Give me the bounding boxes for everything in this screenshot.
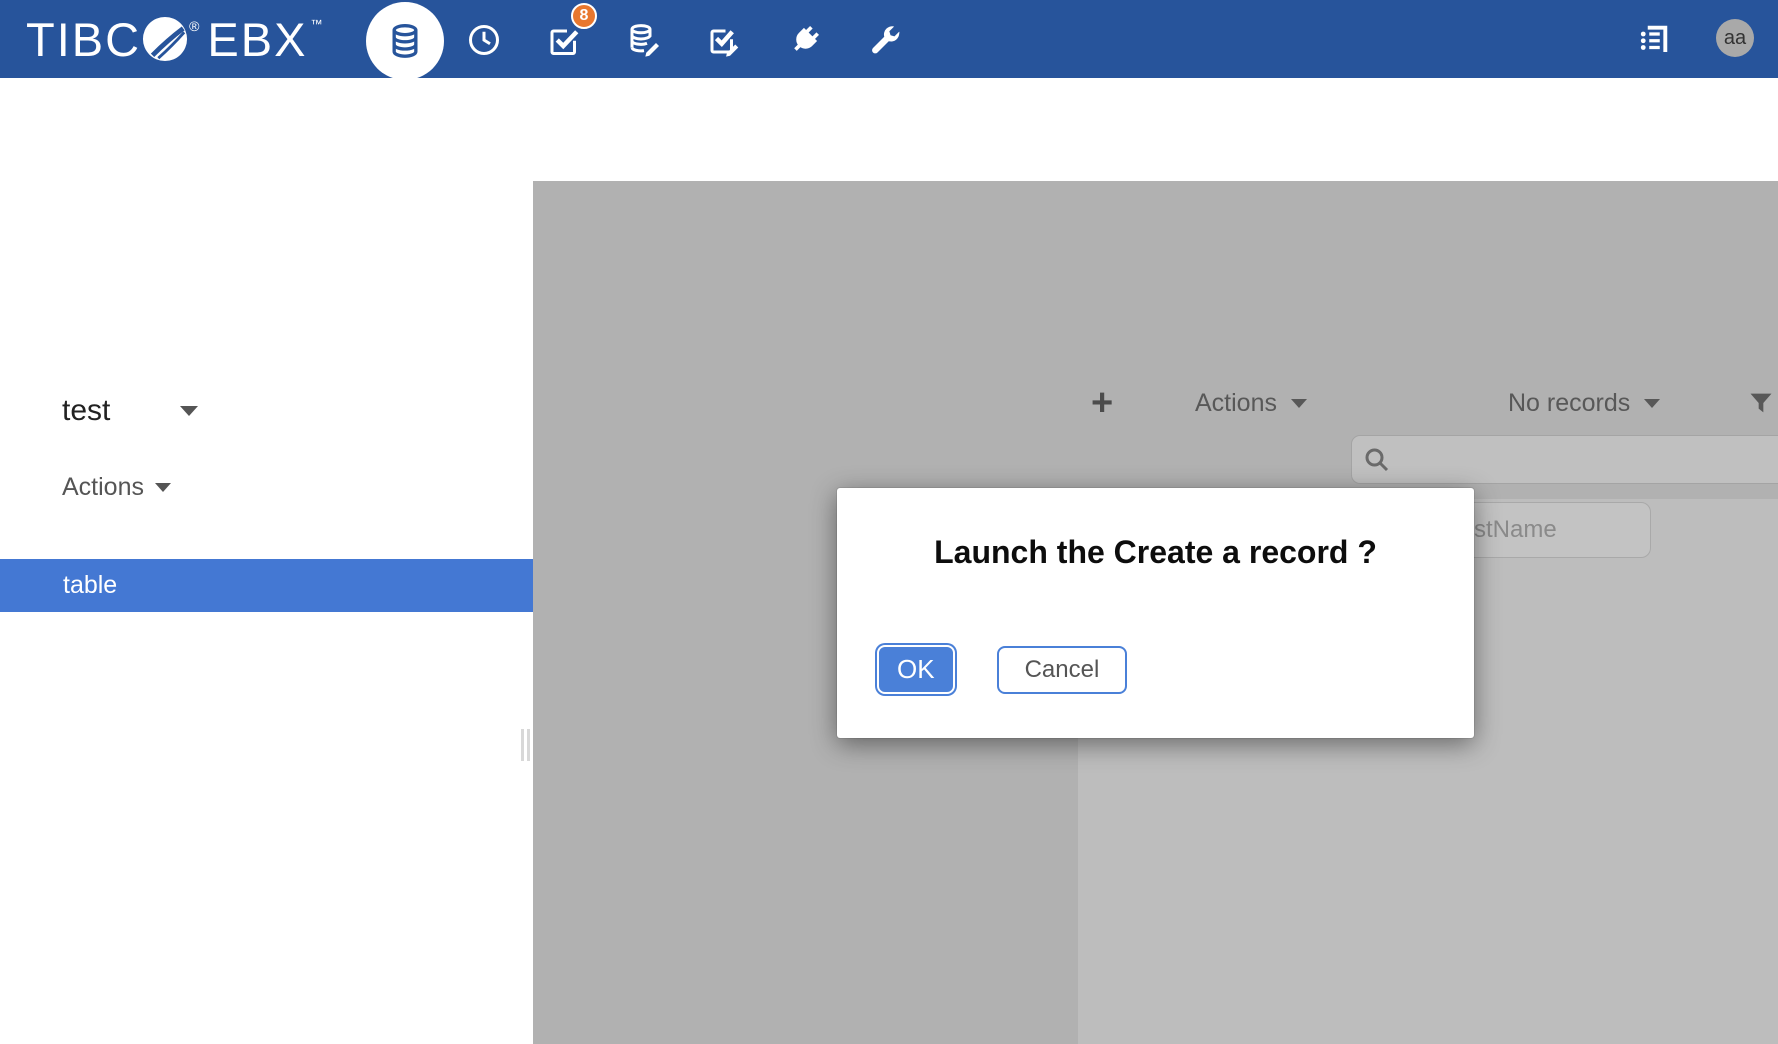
nav-data-edit-button[interactable] (622, 18, 666, 62)
filter-button[interactable] (1747, 377, 1775, 429)
sidebar-item-label: table (63, 571, 117, 600)
toolbar-actions-caret-icon (1291, 399, 1307, 408)
tibco-ebx-logo: TIBC ® EBX ™ (26, 0, 330, 78)
dialog-title: Launch the Create a record ? (837, 534, 1474, 571)
nav-validation-button[interactable] (702, 18, 746, 62)
sidebar-actions-caret-icon[interactable] (155, 483, 171, 492)
sidebar-item-table[interactable]: table (0, 559, 533, 612)
trademark-mark: ™ (310, 17, 322, 31)
list-report-icon (1635, 22, 1671, 58)
tibco-globe-icon (142, 16, 188, 62)
records-count-menu[interactable]: No records (1508, 377, 1660, 429)
sidebar: test Actions table (0, 181, 533, 1044)
nav-report-button[interactable] (1631, 18, 1675, 62)
confirm-dialog: Launch the Create a record ? OK Cancel (837, 488, 1474, 738)
dialog-buttons: OK Cancel (877, 645, 1127, 694)
plus-icon: + (1091, 382, 1113, 425)
tasks-badge: 8 (571, 3, 597, 29)
logo-tibco-text: TIBC (26, 16, 141, 63)
sidebar-actions-menu[interactable]: Actions (62, 473, 144, 502)
top-navbar: TIBC ® EBX ™ (0, 0, 1778, 78)
create-record-button[interactable]: + (1091, 377, 1113, 429)
user-avatar[interactable]: aa (1716, 19, 1754, 57)
search-input[interactable] (1400, 440, 1778, 479)
nav-data-active-highlight[interactable] (366, 2, 444, 80)
checkbox-check-icon (546, 22, 582, 58)
records-count-label: No records (1508, 389, 1630, 418)
database-icon (385, 21, 425, 61)
cancel-button[interactable]: Cancel (997, 646, 1128, 694)
header-band: Master Data - Reference table ? (0, 78, 1778, 181)
database-edit-icon (626, 22, 662, 58)
records-caret-icon (1644, 399, 1660, 408)
nav-integration-button[interactable] (783, 18, 827, 62)
toolbar-actions-menu[interactable]: Actions (1195, 377, 1307, 429)
search-icon (1362, 445, 1392, 475)
ok-button[interactable]: OK (877, 645, 955, 694)
logo-ebx-text: EBX (207, 16, 307, 63)
checkbox-edit-icon (706, 22, 742, 58)
toolbar-actions-label: Actions (1195, 389, 1277, 418)
app-root: TIBC ® EBX ™ (0, 0, 1778, 1044)
dataset-caret-icon[interactable] (180, 406, 198, 416)
nav-history-button[interactable] (462, 18, 506, 62)
nav-admin-button[interactable] (863, 18, 907, 62)
clock-icon (466, 22, 502, 58)
plug-icon (787, 22, 823, 58)
search-box[interactable] (1351, 435, 1778, 484)
panel-resize-gripper[interactable] (521, 729, 533, 761)
dataset-selector[interactable]: test (62, 394, 110, 428)
registered-mark: ® (189, 18, 199, 34)
filter-funnel-icon (1747, 389, 1775, 417)
wrench-icon (867, 22, 903, 58)
